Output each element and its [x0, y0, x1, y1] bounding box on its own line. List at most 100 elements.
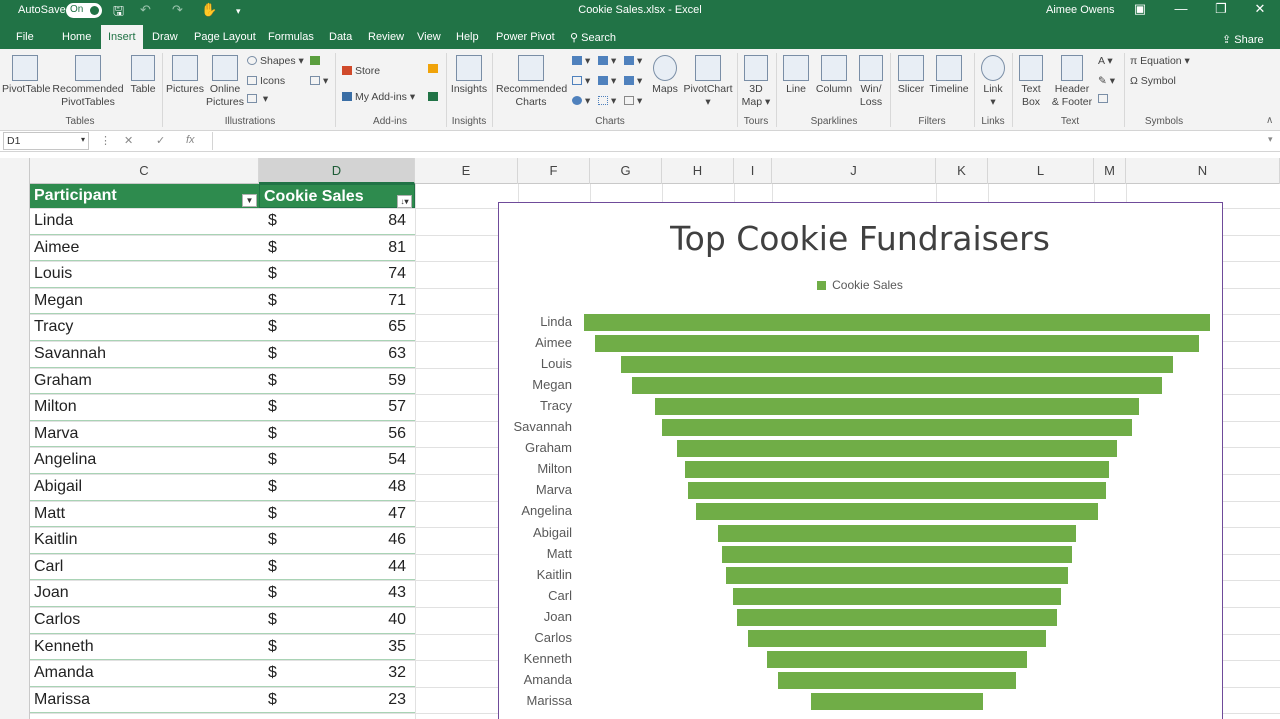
- maximize-icon[interactable]: ❐: [1211, 1, 1231, 17]
- participant-cell[interactable]: Savannah: [34, 341, 106, 367]
- expand-formula-bar-icon[interactable]: ▾: [1268, 134, 1273, 145]
- cookie-sales-cell[interactable]: 63: [300, 341, 406, 367]
- cookie-sales-cell[interactable]: 44: [300, 554, 406, 580]
- column-header-n[interactable]: N: [1126, 158, 1280, 184]
- cookie-sales-cell[interactable]: 74: [300, 261, 406, 287]
- funnel-bar[interactable]: [725, 566, 1069, 584]
- tab-view[interactable]: View: [417, 31, 441, 43]
- tab-home[interactable]: Home: [62, 31, 91, 43]
- funnel-bar[interactable]: [718, 524, 1076, 542]
- participant-cell[interactable]: Matt: [34, 501, 65, 527]
- line-chart-button[interactable]: ▾: [572, 75, 590, 87]
- cookie-sales-cell[interactable]: 71: [300, 288, 406, 314]
- participant-cell[interactable]: Kaitlin: [34, 527, 78, 553]
- funnel-bar[interactable]: [736, 608, 1058, 626]
- participant-cell[interactable]: Kenneth: [34, 634, 94, 660]
- cookie-sales-cell[interactable]: 56: [300, 421, 406, 447]
- cookie-sales-cell[interactable]: 47: [300, 501, 406, 527]
- funnel-bar[interactable]: [595, 335, 1199, 353]
- filter-dropdown-icon[interactable]: ▼: [242, 194, 257, 207]
- recommended-pivottables-button[interactable]: Recommended PivotTables: [52, 55, 124, 109]
- enter-icon[interactable]: ✓: [156, 134, 165, 147]
- recommended-charts-button[interactable]: Recommended Charts: [496, 55, 567, 109]
- table-header-participant[interactable]: Participant ▼: [30, 184, 259, 208]
- user-name[interactable]: Aimee Owens: [1046, 4, 1114, 16]
- tab-help[interactable]: Help: [456, 31, 479, 43]
- funnel-bar[interactable]: [632, 377, 1162, 395]
- link-button[interactable]: Link ▾: [978, 55, 1008, 109]
- text-box-button[interactable]: Text Box: [1016, 55, 1046, 109]
- participant-cell[interactable]: Carlos: [34, 607, 80, 633]
- column-header-i[interactable]: I: [734, 158, 772, 184]
- screenshot-button[interactable]: ▾: [310, 75, 328, 87]
- funnel-bar[interactable]: [766, 650, 1028, 668]
- cookie-sales-cell[interactable]: 32: [300, 660, 406, 686]
- participant-cell[interactable]: Abigail: [34, 474, 82, 500]
- cookie-sales-cell[interactable]: 35: [300, 634, 406, 660]
- participant-cell[interactable]: Carl: [34, 554, 63, 580]
- tab-data[interactable]: Data: [329, 31, 352, 43]
- participant-cell[interactable]: Graham: [34, 368, 92, 394]
- bing-maps-button[interactable]: [428, 63, 441, 75]
- column-header-l[interactable]: L: [988, 158, 1094, 184]
- statistic-chart-button[interactable]: ▾: [598, 75, 616, 87]
- sparkline-winloss-button[interactable]: Win/ Loss: [856, 55, 886, 109]
- cookie-sales-cell[interactable]: 81: [300, 235, 406, 261]
- column-chart-button[interactable]: ▾: [572, 55, 590, 67]
- insert-function-icon[interactable]: fx: [186, 134, 195, 146]
- signature-line-button[interactable]: ✎ ▾: [1098, 75, 1115, 87]
- cookie-sales-cell[interactable]: 57: [300, 394, 406, 420]
- participant-cell[interactable]: Linda: [34, 208, 73, 234]
- funnel-bar[interactable]: [688, 482, 1106, 500]
- tab-insert[interactable]: Insert: [101, 25, 143, 49]
- funnel-bar[interactable]: [584, 314, 1210, 331]
- header-footer-button[interactable]: Header & Footer: [1048, 55, 1096, 109]
- search-box[interactable]: ⚲ Search: [570, 31, 616, 44]
- funnel-bar[interactable]: [654, 398, 1140, 416]
- close-icon[interactable]: ✕: [1250, 1, 1270, 17]
- insights-button[interactable]: Insights: [449, 55, 489, 96]
- shapes-button[interactable]: Shapes ▾: [247, 55, 304, 67]
- funnel-bar[interactable]: [777, 671, 1017, 689]
- column-header-f[interactable]: F: [518, 158, 590, 184]
- tab-draw[interactable]: Draw: [152, 31, 178, 43]
- cookie-sales-cell[interactable]: 59: [300, 368, 406, 394]
- hierarchy-chart-button[interactable]: ▾: [598, 55, 616, 67]
- cancel-icon[interactable]: ✕: [124, 134, 133, 147]
- funnel-bar[interactable]: [684, 461, 1110, 479]
- pivotchart-button[interactable]: PivotChart ▾: [682, 55, 734, 109]
- cookie-sales-cell[interactable]: 43: [300, 580, 406, 606]
- participant-cell[interactable]: Joan: [34, 580, 69, 606]
- smartart-button[interactable]: [310, 55, 323, 67]
- participant-cell[interactable]: Louis: [34, 261, 72, 287]
- column-header-e[interactable]: E: [415, 158, 518, 184]
- row-headers[interactable]: [0, 184, 30, 719]
- pictures-button[interactable]: Pictures: [166, 55, 204, 96]
- participant-cell[interactable]: Aimee: [34, 235, 79, 261]
- participant-cell[interactable]: Tracy: [34, 314, 73, 340]
- online-pictures-button[interactable]: Online Pictures: [206, 55, 244, 109]
- sort-descending-icon[interactable]: ↓▾: [397, 195, 412, 208]
- tab-page-layout[interactable]: Page Layout: [194, 31, 256, 43]
- participant-cell[interactable]: Megan: [34, 288, 83, 314]
- funnel-bar[interactable]: [621, 356, 1173, 374]
- funnel-bar[interactable]: [662, 419, 1132, 437]
- chart-title[interactable]: Top Cookie Fundraisers: [499, 219, 1221, 258]
- surface-chart-button[interactable]: ▾: [624, 95, 642, 107]
- select-all-button[interactable]: [0, 158, 30, 184]
- timeline-button[interactable]: Timeline: [928, 55, 970, 96]
- store-button[interactable]: Store: [342, 65, 380, 77]
- cookie-sales-cell[interactable]: 46: [300, 527, 406, 553]
- name-box[interactable]: D1 ▾: [3, 132, 89, 150]
- cookie-sales-cell[interactable]: 23: [300, 687, 406, 713]
- participant-cell[interactable]: Angelina: [34, 447, 96, 473]
- column-header-g[interactable]: G: [590, 158, 662, 184]
- waterfall-chart-button[interactable]: ▾: [624, 55, 642, 67]
- column-header-c[interactable]: C: [30, 158, 259, 184]
- sparkline-column-button[interactable]: Column: [814, 55, 854, 96]
- cookie-sales-cell[interactable]: 40: [300, 607, 406, 633]
- tab-file[interactable]: File: [16, 31, 34, 43]
- funnel-bar[interactable]: [677, 440, 1117, 458]
- column-header-h[interactable]: H: [662, 158, 734, 184]
- funnel-chart[interactable]: Top Cookie Fundraisers Cookie Sales Lind…: [498, 202, 1223, 719]
